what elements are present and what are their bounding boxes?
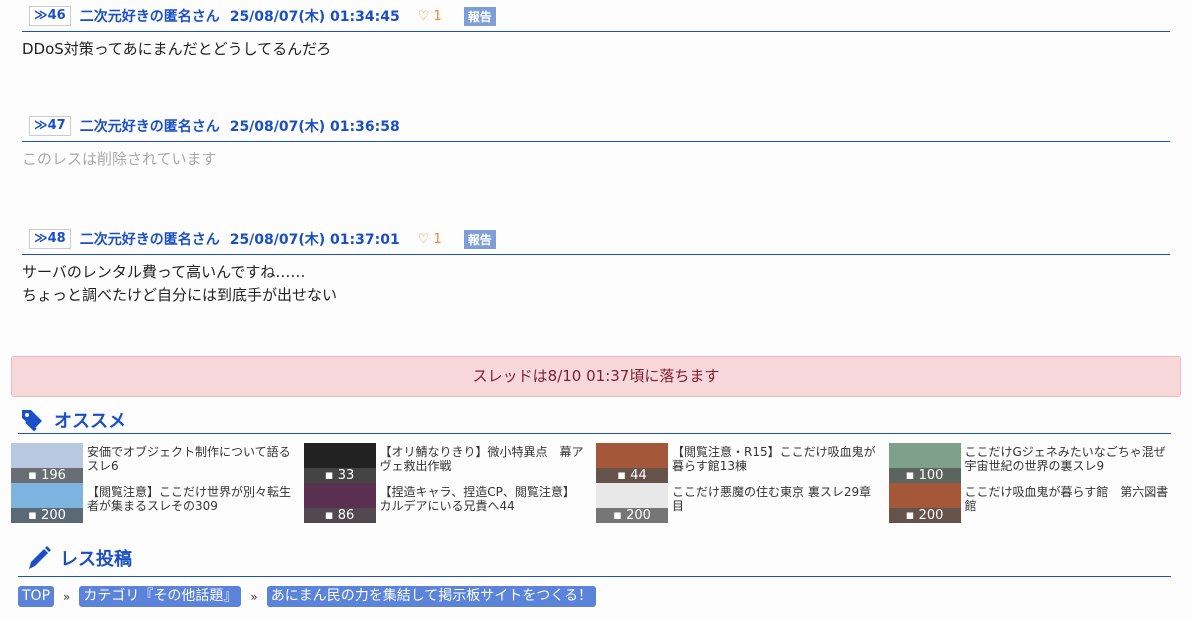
post-body: このレスは削除されています <box>22 142 1170 171</box>
post-date: 25/08/07(木) 01:36:58 <box>229 119 400 135</box>
post-number[interactable]: ≫46 <box>29 6 71 26</box>
heart-icon: ♡ <box>417 231 430 247</box>
comment-icon: ▪ <box>617 468 627 483</box>
report-button[interactable]: 報告 <box>463 6 496 26</box>
post-line: DDoS対策ってあにまんだとどうしてるんだろ <box>22 40 332 58</box>
post-form-header: レス投稿 <box>18 540 1171 577</box>
recommend-item[interactable]: ▪ 100 ここだけGジェネみたいなごちゃ混ぜ宇宙世紀の世界の裏スレ9 <box>888 443 1182 483</box>
pencil-icon <box>29 546 51 569</box>
thumbnail[interactable]: ▪ 100 <box>888 443 961 483</box>
reply-count-badge: ▪ 44 <box>596 468 668 483</box>
reply-count: 196 <box>41 468 66 483</box>
reply-count-badge: ▪ 196 <box>11 468 83 483</box>
recommend-item[interactable]: ▪ 196 安価でオブジェクト制作について語るスレ6 <box>11 443 304 483</box>
post: ≫46 二次元好きの匿名さん 25/08/07(木) 01:34:45 ♡ 1 報… <box>22 4 1170 61</box>
thumbnail[interactable]: ▪ 44 <box>596 443 668 483</box>
post-header: ≫46 二次元好きの匿名さん 25/08/07(木) 01:34:45 ♡ 1 報… <box>22 4 1170 32</box>
thumbnail[interactable]: ▪ 200 <box>888 483 961 523</box>
poster-name: 二次元好きの匿名さん <box>79 232 220 248</box>
comment-icon: ▪ <box>905 468 915 483</box>
recommend-item[interactable]: ▪ 200 ここだけ悪魔の住む東京 裏スレ29章目 <box>596 483 889 523</box>
breadcrumb-separator: » <box>63 589 71 604</box>
reply-count: 200 <box>41 508 66 523</box>
thumbnail[interactable]: ▪ 86 <box>303 483 376 523</box>
like-button[interactable]: ♡ 1 <box>418 9 442 24</box>
recommend-title-link[interactable]: ここだけ悪魔の住む東京 裏スレ29章目 <box>668 483 878 523</box>
reply-count-badge: ▪ 33 <box>303 468 376 483</box>
like-count: 1 <box>433 8 442 24</box>
recommend-item[interactable]: ▪ 200 ここだけ吸血鬼が暮らす館 第六図書館 <box>888 483 1182 523</box>
reply-count: 86 <box>337 508 355 523</box>
reply-count-badge: ▪ 86 <box>303 508 376 523</box>
recommend-item[interactable]: ▪ 33 【オリ鯖なりきり】微小特異点 幕アヴェ救出作戦 <box>303 443 597 483</box>
comment-icon: ▪ <box>28 508 37 523</box>
recommend-title: オススメ <box>54 410 126 432</box>
thumbnail[interactable]: ▪ 200 <box>11 483 83 523</box>
breadcrumb-thread[interactable]: あにまん民の力を集結して掲示板サイトをつくる！ <box>266 586 597 607</box>
reply-count-badge: ▪ 200 <box>11 508 83 523</box>
heart-icon: ♡ <box>417 8 430 24</box>
thumbnail[interactable]: ▪ 200 <box>596 483 668 523</box>
breadcrumb: TOP » カテゴリ『その他話題』 » あにまん民の力を集結して掲示板サイトをつ… <box>18 586 597 607</box>
recommend-title-link[interactable]: ここだけ吸血鬼が暮らす館 第六図書館 <box>961 483 1171 523</box>
breadcrumb-separator: » <box>250 589 258 604</box>
recommend-title-link[interactable]: 【閲覧注意】ここだけ世界が別々転生者が集まるスレその309 <box>83 483 293 523</box>
reply-count: 33 <box>337 468 355 483</box>
recommend-item[interactable]: ▪ 86 【捏造キャラ、捏造CP、閲覧注意】カルデアにいる兄貴へ44 <box>303 483 597 523</box>
post: ≫47 二次元好きの匿名さん 25/08/07(木) 01:36:58 このレスは… <box>22 114 1170 171</box>
post-date: 25/08/07(木) 01:34:45 <box>229 9 400 25</box>
tag-icon <box>22 409 42 431</box>
post-form-title: レス投稿 <box>60 549 132 570</box>
like-count: 1 <box>433 231 442 247</box>
reply-count-badge: ▪ 200 <box>596 508 668 523</box>
recommend-title-link[interactable]: 【オリ鯖なりきり】微小特異点 幕アヴェ救出作戦 <box>376 443 586 483</box>
comment-icon: ▪ <box>324 508 334 523</box>
breadcrumb-category[interactable]: カテゴリ『その他話題』 <box>79 586 242 607</box>
poster-name: 二次元好きの匿名さん <box>79 9 220 25</box>
recommend-title-link[interactable]: 安価でオブジェクト制作について語るスレ6 <box>83 443 293 483</box>
poster-name: 二次元好きの匿名さん <box>79 119 220 135</box>
post-line: サーバのレンタル費って高いんですね…… <box>22 263 306 281</box>
post-number[interactable]: ≫47 <box>29 116 71 136</box>
comment-icon: ▪ <box>324 468 334 483</box>
post-header: ≫47 二次元好きの匿名さん 25/08/07(木) 01:36:58 <box>22 114 1170 142</box>
recommend-item[interactable]: ▪ 44 【閲覧注意・R15】ここだけ吸血鬼が暮らす館13棟 <box>596 443 889 483</box>
comment-icon: ▪ <box>905 508 915 523</box>
reply-count: 100 <box>918 468 944 483</box>
like-button[interactable]: ♡ 1 <box>418 232 442 247</box>
comment-icon: ▪ <box>28 468 37 483</box>
post-date: 25/08/07(木) 01:37:01 <box>229 232 400 248</box>
recommend-item[interactable]: ▪ 200 【閲覧注意】ここだけ世界が別々転生者が集まるスレその309 <box>11 483 304 523</box>
recommend-title-link[interactable]: 【閲覧注意・R15】ここだけ吸血鬼が暮らす館13棟 <box>668 443 878 483</box>
post-body: DDoS対策ってあにまんだとどうしてるんだろ <box>22 32 1170 61</box>
reply-count-badge: ▪ 100 <box>888 468 961 483</box>
thumbnail[interactable]: ▪ 33 <box>303 443 376 483</box>
post-line: ちょっと調べたけど自分には到底手が出せない <box>22 286 338 304</box>
post-body: サーバのレンタル費って高いんですね…… ちょっと調べたけど自分には到底手が出せない <box>22 255 1170 307</box>
thumbnail[interactable]: ▪ 196 <box>11 443 83 483</box>
deleted-message: このレスは削除されています <box>22 150 217 168</box>
recommend-title-link[interactable]: ここだけGジェネみたいなごちゃ混ぜ宇宙世紀の世界の裏スレ9 <box>961 443 1171 483</box>
post: ≫48 二次元好きの匿名さん 25/08/07(木) 01:37:01 ♡ 1 報… <box>22 227 1170 307</box>
comment-icon: ▪ <box>613 508 622 523</box>
recommend-grid: ▪ 196 安価でオブジェクト制作について語るスレ6 ▪ 33 【オリ鯖なりきり… <box>11 443 1181 523</box>
reply-count: 200 <box>918 508 944 523</box>
report-button[interactable]: 報告 <box>463 229 496 249</box>
thread-expiry-notice: スレッドは8/10 01:37頃に落ちます <box>11 356 1181 397</box>
breadcrumb-top[interactable]: TOP <box>18 586 55 607</box>
post-header: ≫48 二次元好きの匿名さん 25/08/07(木) 01:37:01 ♡ 1 報… <box>22 227 1170 255</box>
reply-count: 200 <box>626 508 651 523</box>
recommend-header: オススメ <box>18 406 1171 434</box>
reply-count-badge: ▪ 200 <box>888 508 961 523</box>
reply-count: 44 <box>630 468 647 483</box>
post-number[interactable]: ≫48 <box>29 229 71 249</box>
recommend-title-link[interactable]: 【捏造キャラ、捏造CP、閲覧注意】カルデアにいる兄貴へ44 <box>376 483 586 523</box>
